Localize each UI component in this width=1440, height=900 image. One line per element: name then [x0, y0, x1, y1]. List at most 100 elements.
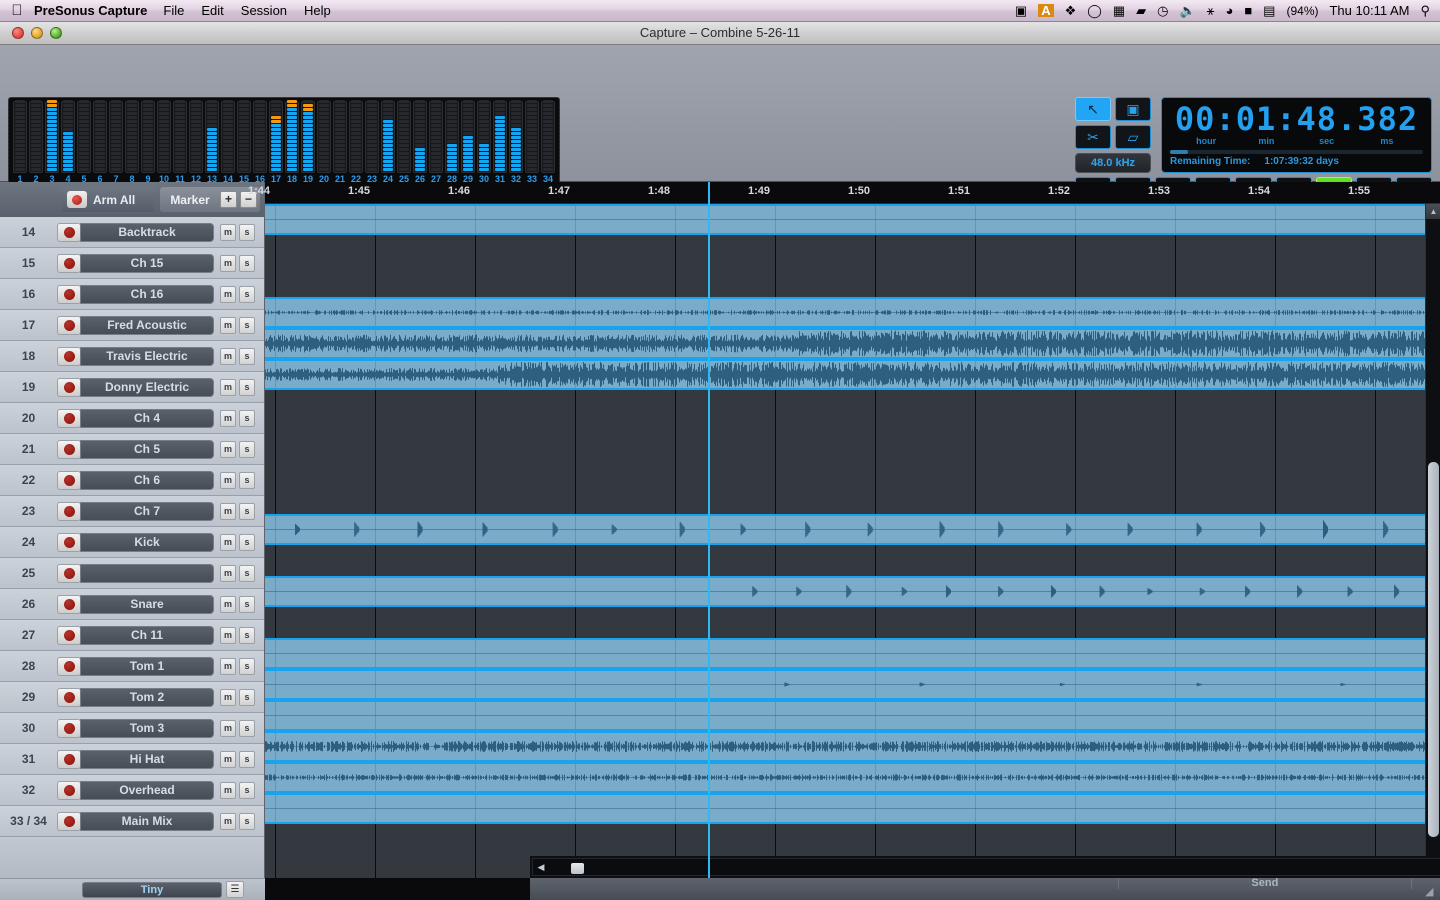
track-lane[interactable] [265, 204, 1425, 235]
timeline-ruler[interactable]: 1:44 1:45 1:46 1:47 1:48 1:49 1:50 1:51 1:52 1:53… [248, 182, 1440, 204]
app-switch-icon[interactable]: ▦ [1113, 4, 1125, 17]
track-record-arm-button[interactable] [57, 501, 81, 521]
track-record-arm-button[interactable] [57, 439, 81, 459]
track-name-field[interactable]: Ch 16 [80, 284, 214, 304]
track-mute-button[interactable]: m [220, 409, 236, 427]
track-solo-button[interactable]: s [239, 254, 255, 272]
track-lane[interactable] [265, 762, 1425, 793]
track-solo-button[interactable]: s [239, 440, 255, 458]
paw-icon[interactable]: ❖ [1065, 4, 1077, 17]
arrow-tool[interactable]: ↖ [1075, 97, 1111, 121]
track-lane[interactable] [265, 607, 1425, 638]
track-header-row[interactable]: 20 Ch 4 ms [0, 403, 264, 434]
track-name-field[interactable]: Tom 1 [80, 656, 214, 676]
menu-item-file[interactable]: File [163, 3, 184, 18]
track-solo-button[interactable]: s [239, 378, 255, 396]
wifi-icon[interactable]: ◕ [1225, 4, 1233, 17]
track-record-arm-button[interactable] [57, 470, 81, 490]
track-name-field[interactable]: Ch 15 [80, 253, 214, 273]
track-mute-button[interactable]: m [220, 626, 236, 644]
track-lane[interactable] [265, 421, 1425, 452]
volume-icon[interactable]: 🔈 [1179, 4, 1195, 17]
arm-all-button[interactable]: Arm All [62, 187, 154, 212]
sample-rate-display[interactable]: 48.0 kHz [1075, 153, 1151, 173]
track-record-arm-button[interactable] [57, 780, 81, 800]
track-lane[interactable] [265, 576, 1425, 607]
track-solo-button[interactable]: s [239, 750, 255, 768]
track-name-field[interactable]: Backtrack [80, 222, 214, 242]
track-lane[interactable] [265, 731, 1425, 762]
track-name-field[interactable]: Hi Hat [80, 749, 214, 769]
track-lane[interactable] [265, 638, 1425, 669]
track-solo-button[interactable]: s [239, 719, 255, 737]
track-record-arm-button[interactable] [57, 687, 81, 707]
track-name-field[interactable]: Ch 11 [80, 625, 214, 645]
vertical-scrollbar[interactable]: ▲ ▼ [1425, 204, 1440, 878]
menu-clock[interactable]: Thu 10:11 AM [1329, 3, 1409, 18]
track-header-row[interactable]: 30 Tom 3 ms [0, 713, 264, 744]
track-solo-button[interactable]: s [239, 223, 255, 241]
track-mute-button[interactable]: m [220, 564, 236, 582]
track-mute-button[interactable]: m [220, 812, 236, 830]
flag-icon[interactable]: ■ [1244, 4, 1252, 17]
menu-app-name[interactable]: PreSonus Capture [34, 3, 147, 18]
track-lane[interactable] [265, 793, 1425, 824]
track-lane[interactable] [265, 669, 1425, 700]
horizontal-scrollbar[interactable]: ◀ ▶ [532, 858, 1440, 876]
track-lane[interactable] [265, 452, 1425, 483]
track-mute-button[interactable]: m [220, 316, 236, 334]
track-record-arm-button[interactable] [57, 594, 81, 614]
track-solo-button[interactable]: s [239, 657, 255, 675]
track-header-row[interactable]: 32 Overhead m s [0, 775, 264, 806]
track-mute-button[interactable]: m [220, 657, 236, 675]
track-lane[interactable] [265, 266, 1425, 297]
track-mute-button[interactable]: m [220, 378, 236, 396]
track-solo-button[interactable]: s [239, 688, 255, 706]
track-solo-button[interactable]: s [239, 533, 255, 551]
track-mute-button[interactable]: m [220, 471, 236, 489]
track-record-arm-button[interactable] [57, 656, 81, 676]
track-record-arm-button[interactable] [57, 532, 81, 552]
track-solo-button[interactable]: s [239, 471, 255, 489]
track-solo-button[interactable]: s [239, 316, 255, 334]
track-header-row[interactable]: 21 Ch 5 ms [0, 434, 264, 465]
track-solo-button[interactable]: s [239, 409, 255, 427]
track-mute-button[interactable]: m [220, 688, 236, 706]
track-solo-button[interactable]: s [239, 502, 255, 520]
track-header-row[interactable]: 33 / 34 Main Mix m s [0, 806, 264, 837]
menu-item-edit[interactable]: Edit [201, 3, 223, 18]
playhead-marker[interactable] [708, 182, 710, 204]
track-name-field[interactable]: Overhead [80, 780, 214, 800]
track-header-row[interactable]: 15 Ch 15 m s [0, 248, 264, 279]
track-header-row[interactable]: 16 Ch 16 m s [0, 279, 264, 310]
track-name-field[interactable] [80, 563, 214, 583]
track-name-field[interactable]: Kick [80, 532, 214, 552]
track-header-row[interactable]: 31 Hi Hat m s [0, 744, 264, 775]
apple-icon[interactable]:  [0, 2, 34, 19]
track-mute-button[interactable]: m [220, 502, 236, 520]
track-mute-button[interactable]: m [220, 440, 236, 458]
track-lane[interactable] [265, 700, 1425, 731]
track-header-row[interactable]: 25 m s [0, 558, 264, 589]
bluetooth-icon[interactable]: ⚹ [1207, 4, 1215, 17]
track-header-row[interactable]: 18 Travis Electric m s [0, 341, 264, 372]
list-icon[interactable]: ☰ [226, 881, 244, 898]
track-record-arm-button[interactable] [57, 749, 81, 769]
track-lane[interactable] [265, 328, 1425, 359]
timecode-display[interactable]: 00:01:48.382 [1162, 100, 1431, 138]
track-header-row[interactable]: 17 Fred Acoustic m s [0, 310, 264, 341]
chat-bubble-icon[interactable]: ◯ [1087, 4, 1102, 17]
track-mute-button[interactable]: m [220, 347, 236, 365]
alfred-icon[interactable]: A [1038, 4, 1054, 17]
scroll-up-arrow[interactable]: ▲ [1426, 204, 1440, 219]
track-lane[interactable] [265, 235, 1425, 266]
track-name-field[interactable]: Travis Electric [80, 346, 214, 366]
track-solo-button[interactable]: s [239, 347, 255, 365]
track-name-field[interactable]: Ch 6 [80, 470, 214, 490]
eraser-tool[interactable]: ▱ [1115, 125, 1151, 149]
track-mute-button[interactable]: m [220, 285, 236, 303]
track-lane[interactable] [265, 297, 1425, 328]
dropbox-icon[interactable]: ▣ [1015, 4, 1027, 17]
track-lane[interactable] [265, 514, 1425, 545]
track-name-field[interactable]: Main Mix [80, 811, 214, 831]
